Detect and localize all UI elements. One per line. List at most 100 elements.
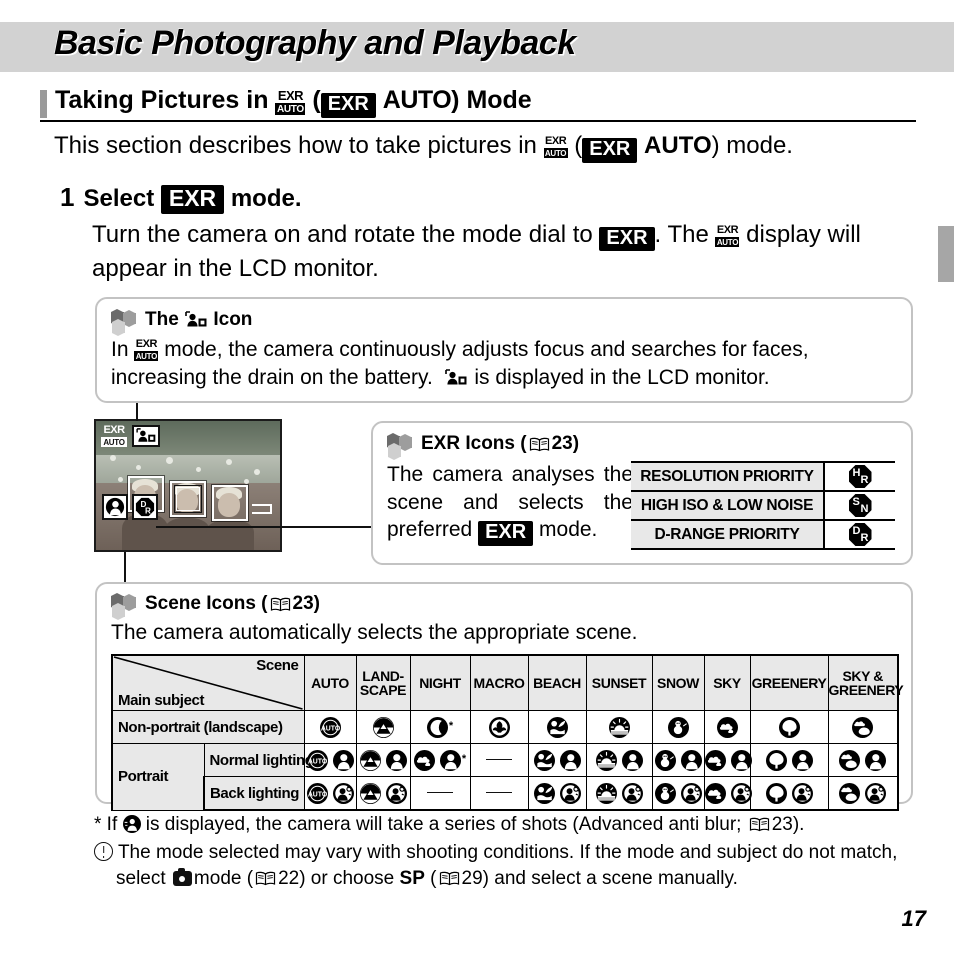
table-row: D-RANGE PRIORITY DR bbox=[631, 519, 895, 550]
cell-back-auto bbox=[303, 776, 357, 811]
face-icon-callout-heading: The Icon bbox=[111, 308, 897, 337]
footnote-warning-post: ) and select a scene manually. bbox=[482, 868, 738, 890]
intro-pre: This section describes how to take pictu… bbox=[54, 132, 537, 159]
footnote-warning-mid2: ) or choose bbox=[299, 868, 395, 890]
cell-normal-beach bbox=[527, 743, 587, 777]
table-row-portrait-normal: Portrait Normal lighting * bbox=[111, 743, 899, 811]
intro-post: ) mode. bbox=[711, 132, 793, 159]
section-accent-bar bbox=[40, 89, 47, 118]
exr-logo-icon: EXR bbox=[478, 521, 534, 547]
chapter-title: Basic Photography and Playback bbox=[54, 24, 576, 62]
footnote-warning-row: The mode selected may vary with shooting… bbox=[94, 840, 924, 892]
cell-nonportrait-auto bbox=[303, 710, 357, 744]
snow-scene-icon bbox=[654, 782, 676, 804]
exr-mode-name: HIGH ISO & LOW NOISE bbox=[631, 490, 825, 521]
connector-line-portrait-icon bbox=[124, 552, 126, 586]
exr-logo-icon: EXR bbox=[599, 226, 655, 252]
page-number: 17 bbox=[901, 906, 926, 931]
manual-reference-icon bbox=[529, 437, 550, 452]
cell-normal-macro bbox=[469, 743, 529, 777]
footnote-sp-label: SP bbox=[399, 868, 425, 890]
cell-nonportrait-landscape bbox=[355, 710, 411, 744]
backlight-portrait-icon bbox=[332, 782, 354, 804]
sky-greenery-scene-icon bbox=[839, 782, 861, 804]
snow-scene-icon bbox=[667, 716, 689, 738]
face-detect-box bbox=[212, 485, 248, 521]
step-1-body-pre: Turn the camera on and rotate the mode d… bbox=[92, 220, 593, 248]
section-title-text: Taking Pictures in EXR AUTO (EXR AUTO) Mo… bbox=[55, 88, 532, 118]
exr-auto-badge-icon: EXR AUTO bbox=[715, 223, 740, 247]
greenery-scene-icon bbox=[778, 716, 800, 738]
manual-reference-icon bbox=[439, 871, 460, 886]
cell-nonportrait-snow bbox=[651, 710, 705, 744]
exr-modes-table: RESOLUTION PRIORITY HR HIGH ISO & LOW NO… bbox=[631, 461, 895, 550]
lcd-face-detection-icon bbox=[132, 425, 160, 447]
face-detection-icon bbox=[445, 367, 467, 385]
scene-table-header-row: Scene Main subject AUTO LAND-SCAPE NIGHT… bbox=[111, 654, 904, 711]
cell-back-greenery bbox=[749, 776, 829, 811]
exr-icons-body-post: mode. bbox=[539, 518, 598, 542]
cell-back-night bbox=[409, 776, 471, 811]
sky-greenery-scene-icon bbox=[839, 749, 861, 771]
greenery-scene-icon bbox=[765, 782, 787, 804]
exr-logo-icon: EXR bbox=[320, 93, 376, 118]
portrait-scene-icon bbox=[439, 749, 461, 771]
footnote-star: * bbox=[461, 752, 467, 765]
table-row: RESOLUTION PRIORITY HR bbox=[631, 461, 895, 492]
row-label-portrait: Portrait bbox=[111, 743, 205, 811]
lcd-monitor-illustration: EXR AUTO D R bbox=[94, 419, 282, 552]
auto-scene-icon bbox=[319, 716, 341, 738]
scene-column-greenery: GREENERY bbox=[749, 654, 829, 711]
section-title-auto: AUTO bbox=[382, 86, 452, 114]
auto-scene-icon bbox=[306, 749, 328, 771]
face-icon-callout-title-pre: The bbox=[145, 309, 179, 330]
night-scene-icon bbox=[426, 716, 448, 738]
d-range-priority-icon: DR bbox=[848, 523, 872, 546]
exr-logo-icon: EXR bbox=[160, 185, 225, 214]
face-icon-callout-title-post: Icon bbox=[213, 309, 253, 330]
connector-line-face-icon bbox=[136, 403, 138, 421]
step-1-body: Turn the camera on and rotate the mode d… bbox=[92, 218, 920, 286]
step-1-body-mid: . The bbox=[654, 220, 709, 248]
landscape-scene-icon bbox=[372, 716, 394, 738]
scene-column-beach: BEACH bbox=[527, 654, 587, 711]
exr-icons-title-page: 23 bbox=[551, 433, 573, 454]
step-1-head-post: mode. bbox=[230, 185, 302, 212]
table-row-portrait-back: Back lighting bbox=[112, 776, 899, 811]
step-1-heading: 1 Select EXR mode. bbox=[60, 182, 926, 214]
resolution-priority-icon: HR bbox=[848, 465, 872, 488]
cell-nonportrait-macro bbox=[469, 710, 529, 744]
main-subject-row-label: Main subject bbox=[118, 691, 205, 709]
night-portrait-scene-icon bbox=[413, 749, 435, 771]
footnote-star-post: ). bbox=[792, 814, 805, 835]
scene-column-night: NIGHT bbox=[409, 654, 471, 711]
portrait-scene-icon bbox=[680, 749, 702, 771]
section-title-pre: Taking Pictures in bbox=[55, 86, 269, 114]
cell-nonportrait-beach bbox=[527, 710, 587, 744]
footnote-star-page: 23 bbox=[771, 814, 793, 835]
cell-nonportrait-night: * bbox=[409, 710, 471, 744]
backlight-portrait-icon bbox=[680, 782, 702, 804]
exr-modes-table-body: RESOLUTION PRIORITY HR HIGH ISO & LOW NO… bbox=[631, 461, 895, 550]
cell-normal-night: * bbox=[409, 743, 471, 777]
footnote-star-row: * If is displayed, the camera will take … bbox=[94, 812, 924, 838]
exr-icons-callout-heading: EXR Icons ( 23) bbox=[387, 432, 897, 461]
scene-icons-callout-heading: Scene Icons ( 23) bbox=[111, 592, 897, 621]
landscape-scene-icon bbox=[359, 749, 381, 771]
exr-icons-title-close: ) bbox=[572, 433, 580, 454]
exr-icons-title: EXR Icons ( bbox=[421, 433, 527, 454]
scene-column-landscape: LAND-SCAPE bbox=[355, 654, 411, 711]
advanced-anti-blur-icon bbox=[122, 815, 141, 833]
portrait-scene-icon bbox=[332, 749, 354, 771]
section-title-post: ) Mode bbox=[451, 86, 532, 114]
row-label-back-lighting: Back lighting bbox=[203, 776, 305, 811]
lcd-portrait-scene-icon bbox=[102, 494, 128, 520]
scene-column-sunset: SUNSET bbox=[585, 654, 653, 711]
cell-normal-landscape bbox=[355, 743, 411, 777]
cell-back-sunset bbox=[585, 776, 653, 811]
hexagon-bullet-icon bbox=[111, 592, 138, 621]
lcd-exr-auto-icon: EXR AUTO bbox=[101, 425, 127, 447]
auto-scene-icon bbox=[306, 782, 328, 804]
face-detection-icon bbox=[185, 311, 207, 329]
backlight-portrait-icon bbox=[559, 782, 581, 804]
